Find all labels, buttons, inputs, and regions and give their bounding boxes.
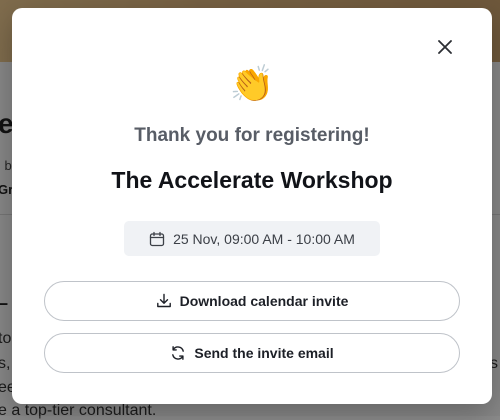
confirmation-subtitle: Thank you for registering! (134, 125, 370, 146)
close-icon (438, 40, 452, 54)
download-calendar-invite-button[interactable]: Download calendar invite (44, 281, 460, 321)
send-invite-email-label: Send the invite email (194, 345, 334, 361)
event-date-time: 25 Nov, 09:00 AM - 10:00 AM (124, 221, 380, 256)
download-icon (156, 293, 172, 309)
download-calendar-invite-label: Download calendar invite (179, 293, 349, 309)
send-invite-email-button[interactable]: Send the invite email (44, 333, 460, 373)
calendar-icon (149, 231, 165, 247)
event-title: The Accelerate Workshop (111, 167, 393, 193)
clapping-hands-icon: 👏 (229, 63, 275, 104)
registration-confirmation-modal: 👏 Thank you for registering! The Acceler… (12, 8, 492, 404)
event-date-time-text: 25 Nov, 09:00 AM - 10:00 AM (173, 230, 355, 247)
refresh-icon (170, 345, 186, 361)
close-button[interactable] (434, 36, 456, 58)
